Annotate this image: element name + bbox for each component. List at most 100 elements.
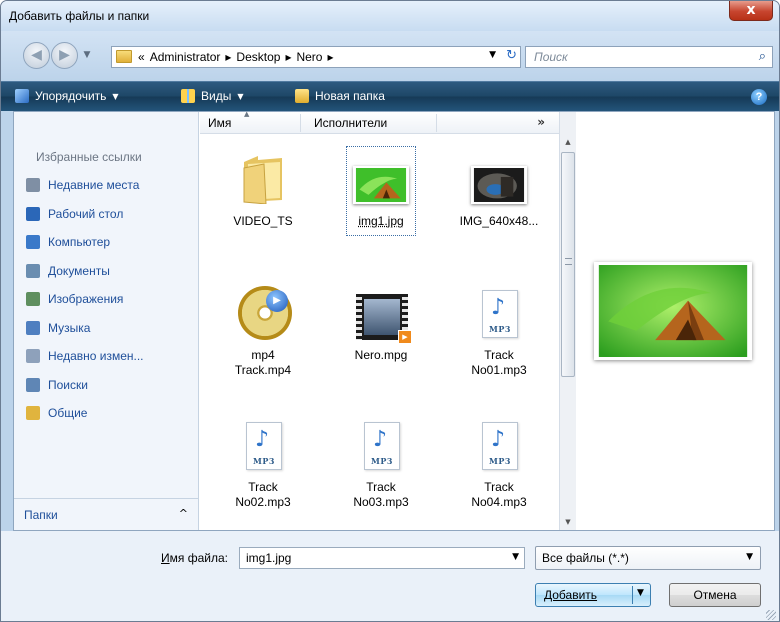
address-row: ◀ ▶ ▼ « Administrator ▸ Desktop ▸ Nero ▸ ▼ ↻ П… <box>1 31 779 81</box>
nav-item[interactable]: Рабочий стол <box>26 205 196 227</box>
file-item[interactable]: ♪ MP3 Track No03.mp3 <box>326 412 436 532</box>
preview-image <box>594 262 752 360</box>
breadcrumb-separator-icon[interactable]: ▸ <box>327 50 333 64</box>
views-label: Виды <box>201 89 232 103</box>
nav-item[interactable]: Музыка <box>26 319 196 341</box>
breadcrumb-segment[interactable]: Administrator <box>150 50 221 64</box>
mp3-tag: MP3 <box>489 324 511 334</box>
scroll-thumb[interactable] <box>561 152 575 377</box>
recent-pages-dropdown[interactable]: ▼ <box>80 45 94 65</box>
column-header: Имя ▲ Исполнители » <box>200 110 559 134</box>
resize-grip-icon[interactable] <box>766 610 776 620</box>
chevron-down-icon: ▼ <box>237 92 244 101</box>
window-title: Добавить файлы и папки <box>9 9 150 23</box>
nav-item-icon <box>26 178 40 192</box>
nav-item-label: Недавние места <box>48 178 140 192</box>
breadcrumb-separator-icon[interactable]: ▸ <box>225 50 231 64</box>
file-label: Nero.mpg <box>354 348 408 362</box>
breadcrumb-segment[interactable]: Desktop <box>236 50 280 64</box>
refresh-icon[interactable]: ↻ <box>506 48 517 63</box>
vertical-scrollbar[interactable]: ▲ ▼ <box>559 112 576 530</box>
file-item[interactable]: ♪ MP3 Track No04.mp3 <box>444 412 554 532</box>
file-label: Track No01.mp3 <box>471 348 527 377</box>
nav-item-icon <box>26 235 40 249</box>
new-folder-icon <box>295 89 309 103</box>
breadcrumb-overflow[interactable]: « <box>138 50 145 64</box>
mp3-tag: MP3 <box>253 456 275 466</box>
help-icon[interactable]: ? <box>751 89 767 105</box>
add-button[interactable]: Добавить ▼ <box>535 583 651 607</box>
file-label: mp4 Track.mp4 <box>234 348 292 377</box>
music-note-icon: ♪ <box>373 427 388 452</box>
navigation-pane: Избранные ссылки Недавние места Рабочий с… <box>14 112 199 530</box>
mp3-tag: MP3 <box>371 456 393 466</box>
scroll-up-icon[interactable]: ▲ <box>560 134 576 150</box>
file-item[interactable]: VIDEO_TS <box>208 146 318 266</box>
scroll-down-icon[interactable]: ▼ <box>560 514 576 530</box>
favorite-links-title: Избранные ссылки <box>36 150 142 164</box>
search-icon[interactable]: ⌕ <box>759 49 766 64</box>
folder-icon <box>243 156 282 204</box>
address-dropdown-icon[interactable]: ▼ <box>489 50 496 60</box>
column-name[interactable]: Имя <box>208 116 231 130</box>
organize-menu[interactable]: Упорядочить ▼ <box>15 89 119 103</box>
music-note-icon: ♪ <box>491 427 506 452</box>
nav-item[interactable]: Компьютер <box>26 233 196 255</box>
folders-toggle[interactable]: Папки ^ <box>14 498 198 530</box>
file-item[interactable]: ♪ MP3 Track No01.mp3 <box>444 280 554 400</box>
filename-value: img1.jpg <box>246 551 292 565</box>
new-folder-button[interactable]: Новая папка <box>295 89 385 103</box>
column-divider <box>436 114 437 132</box>
nav-item-label: Недавно измен... <box>48 349 144 363</box>
play-icon: ▶ <box>398 330 412 344</box>
nav-item[interactable]: Общие <box>26 404 196 426</box>
search-field[interactable]: Поиск ⌕ <box>525 46 773 68</box>
filename-input[interactable]: img1.jpg ▼ <box>239 547 525 569</box>
video-file-icon: ▶ <box>356 294 412 344</box>
nav-item[interactable]: Недавние места <box>26 176 196 198</box>
breadcrumb-segment[interactable]: Nero <box>296 50 322 64</box>
image-thumbnail-icon <box>471 166 527 204</box>
nav-item-label: Музыка <box>48 320 91 335</box>
music-note-icon: ♪ <box>491 295 506 320</box>
split-divider <box>632 586 633 604</box>
views-menu[interactable]: Виды ▼ <box>181 89 244 103</box>
nav-item[interactable]: Изображения <box>26 290 196 312</box>
nav-item-icon <box>26 377 40 392</box>
close-button[interactable]: x <box>729 1 773 21</box>
address-bar[interactable]: « Administrator ▸ Desktop ▸ Nero ▸ ▼ ↻ <box>111 46 521 68</box>
preview-pane <box>576 112 774 530</box>
column-divider <box>300 114 301 132</box>
media-disc-icon: ▶ <box>238 286 292 340</box>
breadcrumb-separator-icon[interactable]: ▸ <box>285 50 291 64</box>
cancel-button[interactable]: Отмена <box>669 583 761 607</box>
dialog-window: Добавить файлы и папки x ◀ ▶ ▼ « Administ… <box>0 0 780 622</box>
file-item[interactable]: img1.jpg <box>326 146 436 266</box>
views-icon <box>181 89 195 103</box>
file-item[interactable]: ▶ Nero.mpg <box>326 280 436 400</box>
nav-item[interactable]: Недавно измен... <box>26 347 196 369</box>
command-toolbar: Упорядочить ▼ Виды ▼ Новая папка ? <box>1 81 779 111</box>
file-item[interactable]: IMG_640x48... <box>444 146 554 266</box>
nav-item-label: Общие <box>48 406 88 420</box>
file-label: VIDEO_TS <box>233 214 293 228</box>
chevron-down-icon[interactable]: ▼ <box>512 552 519 562</box>
play-icon: ▶ <box>266 290 288 312</box>
nav-item[interactable]: Поиски <box>26 376 196 398</box>
chevron-down-icon[interactable]: ▼ <box>637 588 644 598</box>
more-columns-icon[interactable]: » <box>537 115 545 129</box>
nav-item-icon <box>26 320 40 335</box>
filetype-select[interactable]: Все файлы (*.*) ▼ <box>535 546 761 570</box>
nav-item[interactable]: Документы <box>26 262 196 284</box>
bottom-panel: Имя файла: img1.jpg ▼ Все файлы (*.*) ▼ … <box>1 531 779 621</box>
grip-icon <box>565 258 572 265</box>
file-item[interactable]: ▶ mp4 Track.mp4 <box>208 280 318 400</box>
file-item[interactable]: ♪ MP3 Track No02.mp3 <box>208 412 318 532</box>
add-button-label: Добавить <box>544 588 598 602</box>
filename-label-accesskey: И <box>161 551 170 565</box>
nav-item-label: Компьютер <box>48 235 111 249</box>
column-artist[interactable]: Исполнители <box>314 116 387 130</box>
forward-button[interactable]: ▶ <box>51 42 78 69</box>
folder-icon <box>116 50 132 63</box>
back-button[interactable]: ◀ <box>23 42 50 69</box>
